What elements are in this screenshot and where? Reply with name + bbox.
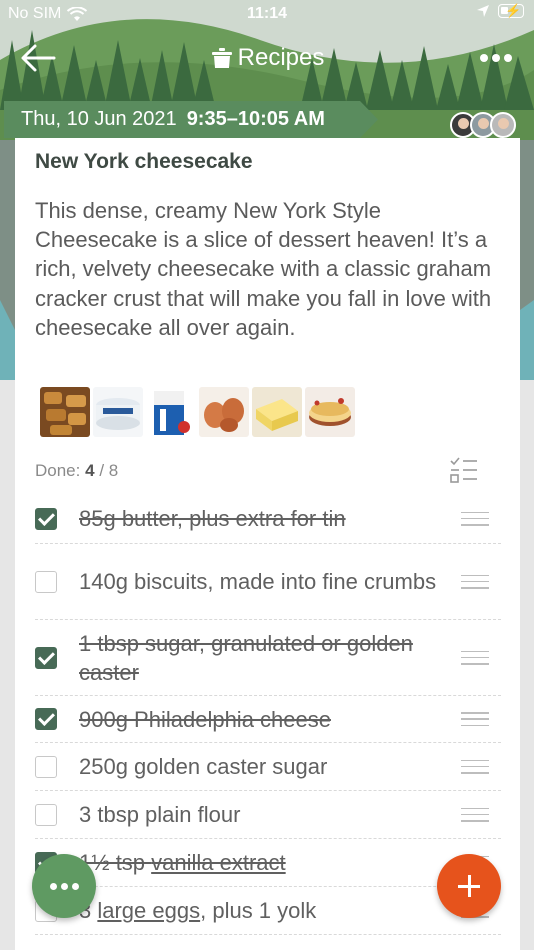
drag-handle-icon[interactable]: [461, 511, 489, 526]
list-item: 1½ tsp vanilla extract: [35, 839, 501, 887]
thumbnail-milk[interactable]: [146, 387, 196, 437]
thumbnail-cream-cheese[interactable]: [93, 387, 143, 437]
list-item: 85g butter, plus extra for tin: [35, 494, 501, 544]
ellipsis-icon: [480, 54, 488, 62]
pot-icon: [211, 48, 232, 68]
nav-title-label: Recipes: [237, 44, 325, 71]
back-button[interactable]: [20, 42, 56, 74]
checkbox[interactable]: [35, 803, 57, 826]
item-text: 140g biscuits, made into fine crumbs: [79, 569, 437, 594]
drag-handle-icon[interactable]: [461, 650, 489, 665]
item-text: 3 large eggs, plus 1 yolk: [79, 898, 317, 923]
arrow-left-icon: [21, 44, 56, 72]
nav-title: Recipes: [0, 44, 534, 72]
battery-icon: ⚡: [498, 3, 524, 18]
drag-handle-icon[interactable]: [461, 759, 489, 774]
thumbnail-butter[interactable]: [252, 387, 302, 437]
checkbox[interactable]: [35, 507, 57, 530]
more-options-button[interactable]: [476, 46, 516, 70]
clock: 11:14: [246, 5, 288, 22]
drag-handle-icon[interactable]: [461, 807, 489, 822]
checkbox[interactable]: [35, 570, 57, 593]
list-item: 250g golden caster sugar: [35, 743, 501, 791]
ingredient-link[interactable]: vanilla extract: [151, 850, 286, 875]
list-item: 140g biscuits, made into fine crumbs: [35, 544, 501, 620]
ingredient-list: 85g butter, plus extra for tin 140g bisc…: [35, 494, 501, 935]
progress-label: Done: 4 / 8: [35, 461, 119, 480]
location-arrow-icon: [477, 5, 489, 17]
item-text: 250g golden caster sugar: [79, 754, 328, 779]
item-text: 3 tbsp plain flour: [79, 802, 241, 827]
list-item: 1 tbsp sugar, granulated or golden caste…: [35, 620, 501, 696]
event-time-range: 9:35–10:05 AM: [186, 108, 325, 130]
recipe-description: This dense, creamy New York Style Cheese…: [35, 198, 492, 340]
add-item-fab[interactable]: [437, 854, 501, 918]
list-item: 3 tbsp plain flour: [35, 791, 501, 839]
ellipsis-icon: [49, 882, 57, 890]
participants[interactable]: [450, 112, 516, 138]
item-text: 1 tbsp sugar, granulated or golden caste…: [79, 630, 413, 685]
recipe-card: New York cheesecake This dense, creamy N…: [15, 138, 520, 950]
item-text: 900g Philadelphia cheese: [79, 706, 331, 732]
recipe-title: New York cheesecake: [35, 150, 253, 173]
item-text: 1½ tsp vanilla extract: [79, 850, 286, 875]
navigation-bar: Recipes: [0, 36, 534, 80]
checkbox[interactable]: [35, 646, 57, 669]
more-actions-fab[interactable]: [32, 854, 96, 918]
thumbnail-eggs[interactable]: [199, 387, 249, 437]
list-item: 900g Philadelphia cheese: [35, 696, 501, 743]
progress-done: 4: [85, 461, 95, 480]
item-text: 85g butter, plus extra for tin: [79, 506, 346, 531]
status-bar: No SIM 11:14 ⚡: [0, 0, 534, 28]
ingredient-thumbnails: [40, 387, 355, 437]
checkbox[interactable]: [35, 708, 57, 730]
list-item: 3 large eggs, plus 1 yolk: [35, 887, 501, 935]
event-date-banner[interactable]: Thu, 10 Jun 2021 9:35–10:05 AM: [4, 101, 378, 138]
thumbnail-biscuits[interactable]: [40, 387, 90, 437]
checklist-toggle-icon[interactable]: [449, 456, 479, 484]
thumbnail-cheesecake[interactable]: [305, 387, 355, 437]
status-right: ⚡: [476, 3, 524, 18]
drag-handle-icon[interactable]: [461, 574, 489, 589]
drag-handle-icon[interactable]: [461, 712, 489, 726]
ingredient-link[interactable]: large eggs: [97, 898, 200, 923]
avatar: [490, 112, 516, 138]
progress-total: 8: [108, 461, 119, 480]
checkbox[interactable]: [35, 755, 57, 778]
event-date: Thu, 10 Jun 2021: [21, 108, 177, 130]
